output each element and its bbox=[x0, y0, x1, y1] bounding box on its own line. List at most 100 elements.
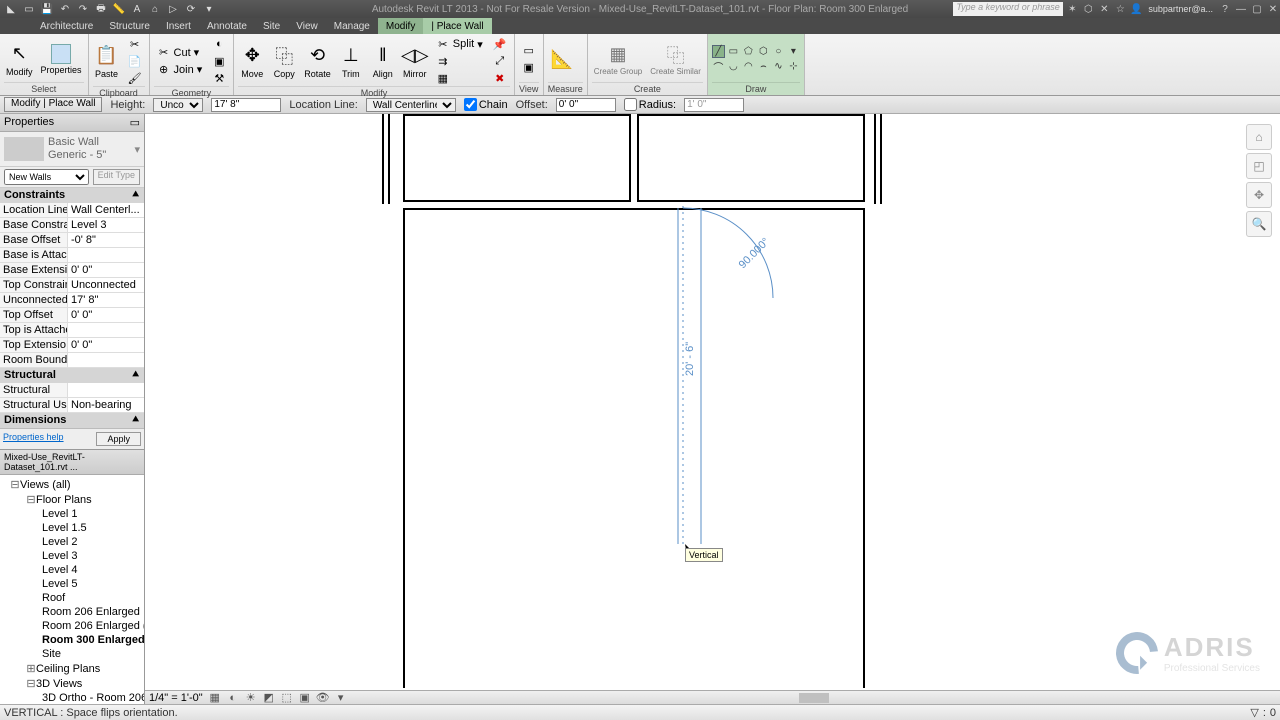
crop-icon[interactable]: ⬚ bbox=[281, 692, 293, 704]
draw-arc-tangent[interactable]: ◠ bbox=[742, 60, 755, 73]
prop-value[interactable] bbox=[68, 323, 144, 337]
properties-close-icon[interactable]: ▭ bbox=[130, 116, 140, 129]
tree-3d-views[interactable]: ⊟3D Views bbox=[2, 676, 142, 691]
height-value[interactable] bbox=[211, 98, 281, 112]
prop-value[interactable] bbox=[68, 248, 144, 262]
tab-manage[interactable]: Manage bbox=[326, 18, 378, 34]
minimize-icon[interactable]: — bbox=[1234, 2, 1248, 16]
viewcube-icon[interactable]: ◰ bbox=[1246, 153, 1272, 179]
prop-row[interactable]: Structural Usa...Non-bearing bbox=[0, 398, 144, 413]
sun-path-icon[interactable]: ☀ bbox=[245, 692, 257, 704]
prop-row[interactable]: Base Extensio...0' 0" bbox=[0, 263, 144, 278]
tree-item-floor-plan[interactable]: Room 300 Enlarged bbox=[2, 633, 142, 647]
tab-view[interactable]: View bbox=[288, 18, 326, 34]
offset-button[interactable]: ⇉ bbox=[433, 53, 486, 69]
trim-button[interactable]: ⊥Trim bbox=[337, 42, 365, 81]
tree-item-floor-plan[interactable]: Roof bbox=[2, 591, 142, 605]
prop-value[interactable]: 0' 0" bbox=[68, 308, 144, 322]
draw-fillet-arc[interactable]: ⌢ bbox=[757, 60, 770, 73]
array-button[interactable]: ▦ bbox=[433, 70, 486, 86]
prop-value[interactable]: -0' 8" bbox=[68, 233, 144, 247]
tree-floor-plans[interactable]: ⊟Floor Plans bbox=[2, 492, 142, 507]
tab-insert[interactable]: Insert bbox=[158, 18, 199, 34]
offset-value[interactable] bbox=[556, 98, 616, 112]
crop-visible-icon[interactable]: ▣ bbox=[299, 692, 311, 704]
prop-row[interactable]: Top is Attached bbox=[0, 323, 144, 338]
tree-item-floor-plan[interactable]: Room 206 Enlarged bbox=[2, 605, 142, 619]
tab-site[interactable]: Site bbox=[255, 18, 288, 34]
home-view-icon[interactable]: ⌂ bbox=[1246, 124, 1272, 150]
draw-inscribed-poly[interactable]: ⬠ bbox=[742, 45, 755, 58]
chain-checkbox[interactable] bbox=[464, 98, 477, 111]
tree-item-floor-plan[interactable]: Level 2 bbox=[2, 535, 142, 549]
collapse-icon2[interactable]: ⯅ bbox=[131, 369, 140, 382]
prop-value[interactable] bbox=[68, 353, 144, 367]
delete-button[interactable]: ✖ bbox=[490, 70, 510, 86]
type-dropdown-icon[interactable]: ▾ bbox=[134, 143, 140, 156]
draw-rect[interactable]: ▭ bbox=[727, 45, 740, 58]
tab-annotate[interactable]: Annotate bbox=[199, 18, 255, 34]
prop-value[interactable]: Non-bearing bbox=[68, 398, 144, 412]
tab-structure[interactable]: Structure bbox=[101, 18, 158, 34]
redo-icon[interactable]: ↷ bbox=[76, 2, 90, 16]
collapse-icon[interactable]: ⯅ bbox=[131, 189, 140, 202]
filter-icon[interactable]: ▽ bbox=[1250, 706, 1258, 719]
help-icon[interactable]: ? bbox=[1218, 2, 1232, 16]
draw-arc-center[interactable]: ◡ bbox=[727, 60, 740, 73]
measure-btn[interactable]: 📐 bbox=[548, 45, 576, 73]
prop-row[interactable]: Top ConstraintUnconnected bbox=[0, 278, 144, 293]
draw-circle[interactable]: ○ bbox=[772, 45, 785, 58]
home-icon[interactable]: ⌂ bbox=[148, 2, 162, 16]
tree-item-floor-plan[interactable]: Level 5 bbox=[2, 577, 142, 591]
tree-item-floor-plan[interactable]: Level 1 bbox=[2, 507, 142, 521]
visual-style-icon[interactable]: ◐ bbox=[227, 692, 239, 704]
maximize-icon[interactable]: ▢ bbox=[1250, 2, 1264, 16]
join-geom-button[interactable]: ⊕Join ▾ bbox=[154, 62, 206, 78]
draw-pick[interactable]: ⊹ bbox=[787, 60, 800, 73]
favorites-icon[interactable]: ☆ bbox=[1113, 2, 1127, 16]
prop-row[interactable]: Base Offset-0' 8" bbox=[0, 233, 144, 248]
apply-button[interactable]: Apply bbox=[96, 432, 141, 446]
prop-value[interactable]: 0' 0" bbox=[68, 338, 144, 352]
shadows-icon[interactable]: ◩ bbox=[263, 692, 275, 704]
tree-item-floor-plan[interactable]: Level 1.5 bbox=[2, 521, 142, 535]
signin-icon[interactable]: 👤 bbox=[1129, 2, 1143, 16]
split-button[interactable]: ✂Split ▾ bbox=[433, 36, 486, 52]
zoom-icon[interactable]: 🔍 bbox=[1246, 211, 1272, 237]
wall-opening-button[interactable]: ▣ bbox=[209, 53, 229, 69]
prop-row[interactable]: Base ConstraintLevel 3 bbox=[0, 218, 144, 233]
exchange-icon[interactable]: ✕ bbox=[1097, 2, 1111, 16]
draw-more[interactable]: ▾ bbox=[787, 45, 800, 58]
close-icon[interactable]: ✕ bbox=[1266, 2, 1280, 16]
tab-modify[interactable]: Modify bbox=[378, 18, 423, 34]
measure-icon[interactable]: 📏 bbox=[112, 2, 126, 16]
drawing-canvas[interactable]: 90.000° 20' - 6" Vertical ⌂ ◰ ✥ 🔍 1/4" =… bbox=[145, 114, 1280, 704]
draw-circum-poly[interactable]: ⬡ bbox=[757, 45, 770, 58]
radius-value[interactable] bbox=[684, 98, 744, 112]
tree-views[interactable]: ⊟Views (all) bbox=[2, 477, 142, 492]
view-tool1[interactable]: ▭ bbox=[519, 43, 539, 59]
play-icon[interactable]: ▷ bbox=[166, 2, 180, 16]
prop-row[interactable]: Base is Attach... bbox=[0, 248, 144, 263]
detail-level-icon[interactable]: ▦ bbox=[209, 692, 221, 704]
pin-button[interactable]: 📌 bbox=[490, 36, 510, 52]
reveal-icon[interactable]: ▾ bbox=[335, 692, 347, 704]
draw-line[interactable]: ╱ bbox=[712, 45, 725, 58]
tab-architecture[interactable]: Architecture bbox=[32, 18, 101, 34]
cope-button[interactable]: ◐ bbox=[209, 36, 229, 52]
properties-help-link[interactable]: Properties help bbox=[3, 432, 64, 446]
undo-icon[interactable]: ↶ bbox=[58, 2, 72, 16]
match-button[interactable]: 🖌 bbox=[125, 70, 145, 86]
tree-item-floor-plan[interactable]: Level 3 bbox=[2, 549, 142, 563]
sync-icon[interactable]: ⟳ bbox=[184, 2, 198, 16]
prop-row[interactable]: Unconnected ...17' 8" bbox=[0, 293, 144, 308]
edit-type-button[interactable]: Edit Type bbox=[93, 169, 140, 185]
tab-place-wall[interactable]: | Place Wall bbox=[423, 18, 491, 34]
scroll-thumb[interactable] bbox=[799, 693, 829, 703]
scale-button[interactable]: ⤢ bbox=[490, 53, 510, 69]
save-icon[interactable]: 💾 bbox=[40, 2, 54, 16]
cut-geom-button[interactable]: ✂Cut ▾ bbox=[154, 45, 206, 61]
collapse-icon3[interactable]: ⯅ bbox=[131, 414, 140, 427]
user-label[interactable]: subpartner@a... bbox=[1145, 4, 1216, 14]
prop-value[interactable]: Unconnected bbox=[68, 278, 144, 292]
